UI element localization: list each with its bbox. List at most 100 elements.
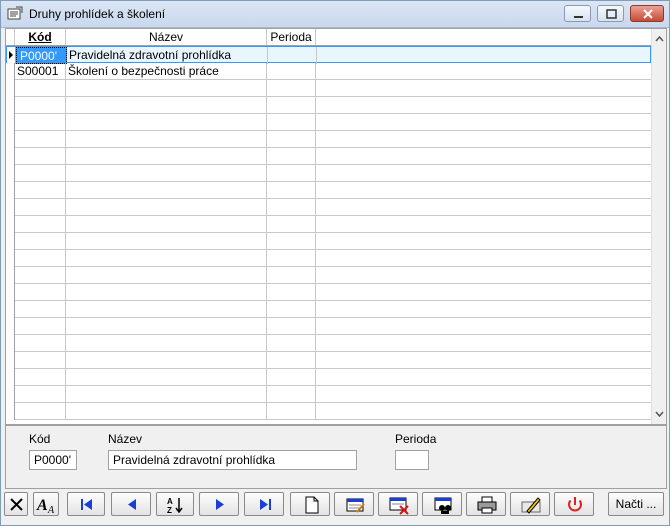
empty-cell <box>66 335 267 352</box>
new-record-button[interactable] <box>290 492 330 516</box>
row-indicator <box>6 369 15 386</box>
maximize-icon <box>606 9 617 19</box>
font-button[interactable]: A A <box>33 492 59 516</box>
row-indicator <box>6 352 15 369</box>
next-record-icon <box>216 499 224 510</box>
minimize-button[interactable] <box>564 5 591 22</box>
cell-nazev[interactable]: Školení o bezpečnosti práce <box>66 63 267 80</box>
detail-panel: Kód P0000' Název Pravidelná zdravotní pr… <box>5 425 667 489</box>
cell-kod[interactable]: S00001 <box>15 63 66 80</box>
column-header-nazev[interactable]: Název <box>66 29 267 45</box>
last-record-icon <box>260 499 271 510</box>
perioda-field[interactable] <box>395 450 429 470</box>
cell-perioda[interactable] <box>268 47 317 64</box>
previous-record-icon <box>128 499 136 510</box>
empty-cell <box>267 335 316 352</box>
cell-nazev[interactable]: Pravidelná zdravotní prohlídka <box>67 47 268 64</box>
empty-row <box>6 403 651 420</box>
row-indicator <box>6 284 15 301</box>
empty-row <box>6 369 651 386</box>
empty-cell <box>66 233 267 250</box>
sort-az-icon: A Z <box>167 497 183 515</box>
sort-button[interactable]: A Z <box>156 492 194 516</box>
empty-row <box>6 80 651 97</box>
empty-cell <box>15 403 66 420</box>
empty-row <box>6 216 651 233</box>
power-button[interactable] <box>554 492 594 516</box>
empty-cell <box>267 148 316 165</box>
cell-kod[interactable]: P0000' <box>16 47 67 64</box>
empty-cell <box>66 250 267 267</box>
empty-cell <box>15 148 66 165</box>
row-indicator <box>6 148 15 165</box>
delete-record-button[interactable] <box>378 492 418 516</box>
empty-cell <box>15 318 66 335</box>
last-record-button[interactable] <box>244 492 284 516</box>
edit-pen-icon <box>521 497 541 514</box>
close-form-button[interactable] <box>4 492 28 516</box>
row-indicator <box>6 233 15 250</box>
row-indicator <box>6 165 15 182</box>
empty-cell <box>66 114 267 131</box>
svg-text:A: A <box>47 505 55 516</box>
load-button[interactable]: Načti ... <box>608 492 664 516</box>
empty-cell <box>66 199 267 216</box>
table-row[interactable]: S00001 Školení o bezpečnosti práce <box>6 63 651 80</box>
row-indicator <box>6 267 15 284</box>
empty-cell <box>267 216 316 233</box>
row-indicator <box>6 199 15 216</box>
empty-cell <box>15 216 66 233</box>
empty-cell <box>267 318 316 335</box>
empty-cell <box>267 233 316 250</box>
first-record-button[interactable] <box>67 492 105 516</box>
find-button[interactable] <box>422 492 462 516</box>
empty-cell <box>15 335 66 352</box>
empty-cell <box>15 199 66 216</box>
nazev-field[interactable]: Pravidelná zdravotní prohlídka <box>108 450 357 470</box>
scroll-up-icon[interactable] <box>652 31 667 47</box>
print-button[interactable] <box>466 492 506 516</box>
row-indicator <box>6 97 15 114</box>
empty-row <box>6 335 651 352</box>
grid-header: Kód Název Perioda <box>6 29 651 46</box>
cell-perioda[interactable] <box>267 63 316 80</box>
column-header-kod[interactable]: Kód <box>15 29 66 45</box>
empty-cell <box>15 386 66 403</box>
empty-cell <box>66 131 267 148</box>
maximize-button[interactable] <box>597 5 624 22</box>
kod-field[interactable]: P0000' <box>29 450 77 470</box>
empty-cell <box>15 165 66 182</box>
row-indicator <box>6 318 15 335</box>
scroll-down-icon[interactable] <box>652 406 667 422</box>
delete-record-icon <box>389 497 409 515</box>
row-indicator <box>6 182 15 199</box>
empty-cell <box>267 165 316 182</box>
previous-record-button[interactable] <box>111 492 151 516</box>
close-button[interactable] <box>630 5 664 22</box>
empty-cell <box>267 199 316 216</box>
row-indicator <box>6 386 15 403</box>
row-indicator <box>6 403 15 420</box>
row-indicator <box>6 250 15 267</box>
minimize-icon <box>574 16 583 18</box>
first-record-icon <box>81 499 92 510</box>
vertical-scrollbar[interactable] <box>651 29 667 424</box>
empty-row <box>6 352 651 369</box>
empty-row <box>6 301 651 318</box>
empty-cell <box>66 352 267 369</box>
edit-record-button[interactable] <box>334 492 374 516</box>
empty-row <box>6 233 651 250</box>
empty-cell <box>15 233 66 250</box>
empty-row <box>6 182 651 199</box>
table-row[interactable]: P0000' Pravidelná zdravotní prohlídka <box>6 46 651 64</box>
empty-cell <box>267 284 316 301</box>
find-icon <box>434 497 452 514</box>
next-record-button[interactable] <box>199 492 239 516</box>
empty-cell <box>15 352 66 369</box>
empty-row <box>6 386 651 403</box>
edit-button[interactable] <box>510 492 550 516</box>
title-bar: Druhy prohlídek a školení <box>1 1 669 28</box>
column-header-perioda[interactable]: Perioda <box>267 29 316 45</box>
empty-cell <box>267 267 316 284</box>
empty-cell <box>66 318 267 335</box>
